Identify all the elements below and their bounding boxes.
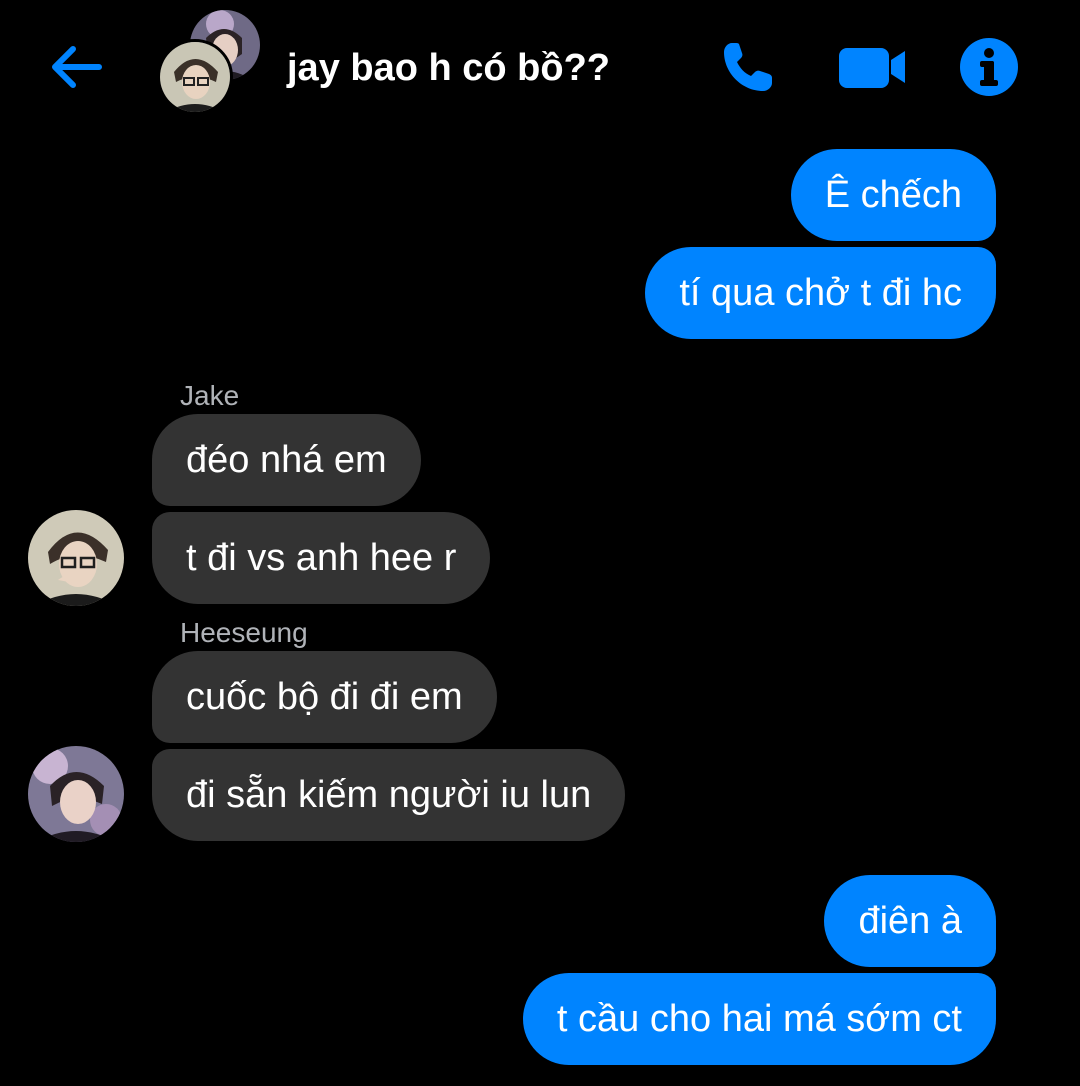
outgoing-message[interactable]: t cầu cho hai má sớm ct bbox=[522, 973, 996, 1065]
sender-name: Jake bbox=[180, 380, 240, 411]
member-avatar-jake bbox=[157, 39, 233, 115]
video-call-button[interactable] bbox=[834, 34, 910, 100]
chat-title[interactable]: jay bao h có bồ?? bbox=[287, 44, 610, 92]
conversation-info-button[interactable] bbox=[956, 34, 1022, 100]
info-icon bbox=[960, 38, 1018, 96]
incoming-message[interactable]: cuốc bộ đi đi em bbox=[152, 651, 497, 743]
sender-avatar-heeseung[interactable] bbox=[28, 746, 124, 842]
outgoing-message[interactable]: Ê chếch bbox=[790, 149, 996, 241]
sender-name: Heeseung bbox=[180, 617, 308, 648]
video-camera-icon bbox=[839, 48, 905, 88]
back-button[interactable] bbox=[44, 34, 110, 100]
arrow-left-icon bbox=[52, 46, 102, 88]
incoming-message[interactable]: t đi vs anh hee r bbox=[152, 512, 491, 604]
phone-icon bbox=[724, 43, 772, 91]
sender-avatar-jake[interactable] bbox=[28, 510, 124, 606]
incoming-message[interactable]: đéo nhá em bbox=[152, 414, 421, 506]
audio-call-button[interactable] bbox=[712, 34, 784, 100]
outgoing-message[interactable]: điên à bbox=[824, 875, 996, 967]
group-avatar[interactable] bbox=[157, 10, 264, 115]
outgoing-message[interactable]: tí qua chở t đi hc bbox=[645, 247, 996, 339]
incoming-message[interactable]: đi sẵn kiếm người iu lun bbox=[152, 749, 626, 841]
chat-header: jay bao h có bồ?? bbox=[0, 0, 1080, 130]
